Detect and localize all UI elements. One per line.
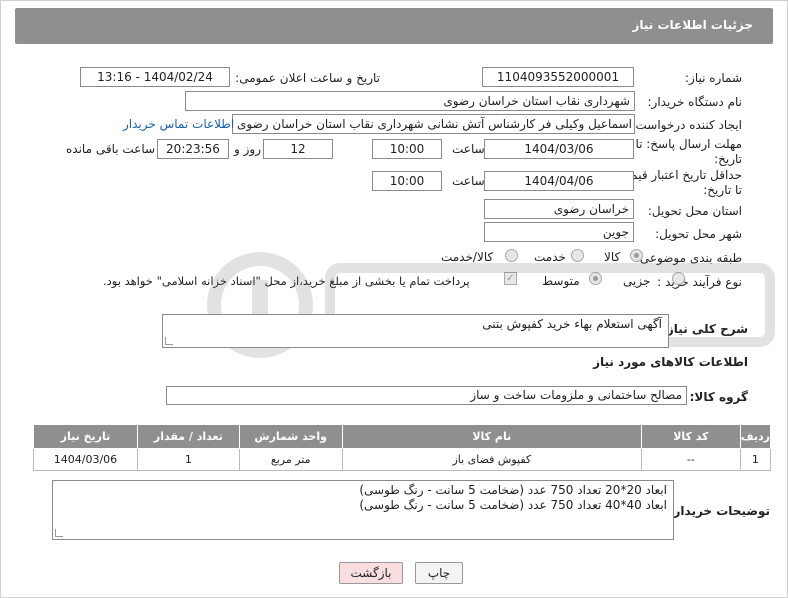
goods-table-header: ردیف کد کالا نام کالا واحد شمارش تعداد /… [33,424,772,449]
deadline-date-field[interactable]: 1404/03/06 [484,139,634,159]
description-label: شرح کلی نیاز: [662,322,748,336]
col-row-number: ردیف [739,424,772,449]
process-label: نوع فرآیند خرید : [657,275,742,289]
remaining-time-field[interactable]: 20:23:56 [157,139,229,159]
category-goods-service-label: کالا/خدمت [441,250,494,264]
category-service-label: خدمت [534,250,566,264]
days-label: روز و [234,142,261,156]
cell-quantity: 1 [136,448,240,471]
header-bar: جزئیات اطلاعات نیاز [15,8,773,44]
description-textarea[interactable]: آگهی استعلام بهاء خرید کفپوش بتنی [162,314,669,348]
category-service-radio[interactable] [571,249,584,262]
deadline-time-field[interactable]: 10:00 [372,139,442,159]
delivery-province-label: استان محل تحویل: [647,204,742,218]
deadline-time-label: ساعت [452,142,485,156]
delivery-city-label: شهر محل تحویل: [655,227,742,241]
back-button[interactable]: بازگشت [339,562,403,584]
goods-group-field[interactable]: مصالح ساختمانی و ملزومات ساخت و ساز [166,386,687,405]
announce-field[interactable]: 1404/02/24 - 13:16 [80,67,230,87]
requester-label: ایجاد کننده درخواست: [631,118,742,132]
delivery-province-field[interactable]: خراسان رضوی [484,199,634,219]
announce-label: تاریخ و ساعت اعلان عمومی: [235,71,380,85]
cell-row-number: 1 [739,448,772,471]
process-minor-radio[interactable] [672,272,685,285]
col-need-date: تاریخ نیاز [33,424,138,449]
resize-handle-icon[interactable] [55,529,63,537]
payment-checkbox[interactable]: ✓ [504,272,517,285]
page-title: جزئیات اطلاعات نیاز [632,18,753,32]
requester-field[interactable]: اسماعیل وکیلی فر کارشناس آتش نشانی شهردا… [232,114,635,134]
col-quantity: تعداد / مقدار [136,424,240,449]
min-validity-label-2: تا تاریخ: [703,183,742,197]
buyer-contact-link[interactable]: اطلاعات تماس خریدار [123,117,234,131]
cell-unit: متر مربع [238,448,343,471]
min-validity-label-1: حداقل تاریخ اعتبار قیمت: [615,168,742,182]
validity-time-field[interactable]: 10:00 [372,171,442,191]
category-goods-label: کالا [604,250,621,264]
table-row[interactable]: 1 -- کفپوش فضای باز متر مربع 1 1404/03/0… [33,448,772,471]
col-unit: واحد شمارش [238,424,343,449]
buyer-org-label: نام دستگاه خریدار: [647,95,743,109]
category-label: طبقه بندی موضوعی: [635,251,742,265]
col-item-name: نام کالا [341,424,642,449]
buyer-notes-line-1: ابعاد 20*20 تعداد 750 عدد (ضخامت 5 سانت … [359,483,667,497]
buyer-notes-line-2: ابعاد 40*40 تعداد 750 عدد (ضخامت 5 سانت … [359,498,667,512]
validity-time-label: ساعت [452,174,485,188]
col-item-code: کد کالا [640,424,741,449]
goods-group-label: گروه کالا: [689,390,748,404]
resize-handle-icon[interactable] [165,337,173,345]
deadline-label-2: تاریخ: [714,152,742,166]
buyer-notes-label: توضیحات خریدار: [668,504,770,518]
deadline-label-1: مهلت ارسال پاسخ: تا [635,137,742,151]
process-medium-radio[interactable] [589,272,602,285]
validity-date-field[interactable]: 1404/04/06 [484,171,634,191]
process-minor-label: جزیی [623,274,651,288]
buyer-org-field[interactable]: شهرداری نقاب استان خراسان رضوی [185,91,635,111]
need-number-field[interactable]: 1104093552000001 [482,67,634,87]
cell-item-code: -- [640,448,741,471]
goods-table: ردیف کد کالا نام کالا واحد شمارش تعداد /… [33,424,772,471]
print-button[interactable]: چاپ [415,562,463,584]
buyer-notes-textarea[interactable]: ابعاد 20*20 تعداد 750 عدد (ضخامت 5 سانت … [52,480,674,540]
days-field[interactable]: 12 [263,139,333,159]
need-number-label: شماره نیاز: [685,71,742,85]
process-medium-label: متوسط [542,274,580,288]
cell-item-name: کفپوش فضای باز [341,448,642,471]
cell-need-date: 1404/03/06 [33,448,138,471]
remaining-label: ساعت باقی مانده [66,142,156,156]
category-goods-radio[interactable] [630,249,643,262]
description-text: آگهی استعلام بهاء خرید کفپوش بتنی [482,317,662,331]
payment-note: پرداخت تمام یا بخشی از مبلغ خرید،از محل … [103,274,470,288]
goods-section-title: اطلاعات کالاهای مورد نیاز [593,355,748,369]
category-goods-service-radio[interactable] [505,249,518,262]
delivery-city-field[interactable]: جوین [484,222,634,242]
